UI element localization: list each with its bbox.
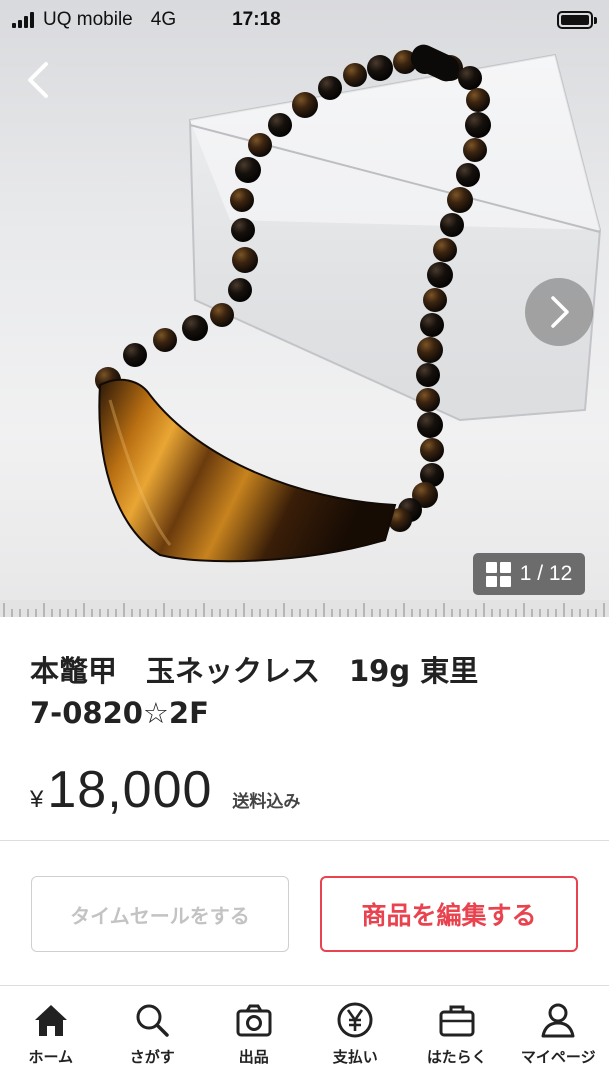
tab-home-label: ホーム: [28, 1048, 74, 1066]
image-counter[interactable]: 1 / 12: [473, 553, 585, 595]
necklace-bead: [456, 163, 480, 187]
necklace-bead: [235, 157, 261, 183]
tab-sell-label: 出品: [238, 1048, 269, 1066]
tab-mypage[interactable]: マイページ: [508, 986, 609, 1080]
yen-icon: [337, 1002, 373, 1038]
image-counter-text: 1 / 12: [519, 562, 573, 585]
price-row: ¥ 18,000 送料込み: [30, 760, 300, 820]
next-image-button[interactable]: [525, 278, 593, 346]
shipping-label: 送料込み: [232, 792, 301, 812]
grid-icon: [485, 561, 511, 587]
home-icon: [34, 1005, 67, 1036]
product-title-line2: 7-0820☆2F: [30, 696, 209, 730]
tab-work-label: はたらく: [426, 1048, 487, 1066]
necklace-image: [0, 44, 609, 617]
person-icon: [541, 1003, 575, 1038]
tab-home[interactable]: ホーム: [0, 986, 102, 1080]
divider: [0, 840, 609, 841]
status-time: 17:18: [232, 9, 281, 30]
necklace-bead: [417, 337, 443, 363]
product-photo[interactable]: UQ mobile 4G 17:18 1 / 12: [0, 0, 609, 617]
carrier-name: UQ mobile: [43, 9, 133, 30]
briefcase-icon: [439, 1005, 475, 1037]
necklace-bead: [465, 112, 491, 138]
necklace-bead: [427, 262, 453, 288]
product-title: 本鼈甲 玉ネックレス 19g 東里 7-0820☆2F: [30, 650, 590, 734]
network-type: 4G: [150, 9, 177, 30]
necklace-bead: [416, 388, 440, 412]
tab-payment[interactable]: 支払い: [305, 986, 407, 1080]
edit-product-button[interactable]: 商品を編集する: [320, 876, 578, 952]
tab-search[interactable]: さがす: [102, 986, 204, 1080]
camera-icon: [236, 1004, 272, 1037]
necklace-bead: [231, 218, 255, 242]
necklace-bead: [367, 55, 393, 81]
bottom-tab-bar: ホーム さがす 出品 支払い はたらく マイページ: [0, 985, 609, 1080]
tab-work[interactable]: はたらく: [406, 986, 508, 1080]
necklace-bead: [232, 247, 258, 273]
necklace-bead: [420, 438, 444, 462]
necklace-bead: [268, 113, 292, 137]
necklace-bead: [318, 76, 342, 100]
price: 18,000: [47, 761, 213, 819]
time-sale-button[interactable]: タイムセールをする: [31, 876, 289, 952]
necklace-bead: [466, 88, 490, 112]
necklace-bead: [230, 188, 254, 212]
necklace-bead: [182, 315, 208, 341]
necklace-bead: [423, 288, 447, 312]
necklace-bead: [447, 187, 473, 213]
necklace-bead: [458, 66, 482, 90]
tab-sell[interactable]: 出品: [203, 986, 305, 1080]
product-title-line1: 本鼈甲 玉ネックレス 19g 東里: [30, 654, 479, 688]
necklace-bead: [420, 313, 444, 337]
necklace-bead: [210, 303, 234, 327]
necklace-bead: [123, 343, 147, 367]
battery-icon: [557, 11, 597, 29]
necklace-bead: [416, 363, 440, 387]
chevron-right-icon: [551, 296, 569, 328]
necklace-bead: [417, 412, 443, 438]
currency-symbol: ¥: [30, 786, 44, 813]
chevron-left-icon: [28, 62, 48, 98]
back-button[interactable]: [14, 55, 64, 105]
necklace-bead: [463, 138, 487, 162]
tab-payment-label: 支払い: [332, 1048, 378, 1066]
signal-icon: [12, 12, 34, 28]
necklace-bead: [433, 238, 457, 262]
status-bar: UQ mobile 4G 17:18: [0, 0, 609, 40]
tab-mypage-label: マイページ: [520, 1048, 596, 1066]
necklace-bead: [440, 213, 464, 237]
necklace-bead: [228, 278, 252, 302]
necklace-bead: [292, 92, 318, 118]
necklace-bead: [248, 133, 272, 157]
search-icon: [136, 1004, 169, 1037]
necklace-bead: [153, 328, 177, 352]
tab-search-label: さがす: [129, 1048, 175, 1066]
necklace-bead: [343, 63, 367, 87]
